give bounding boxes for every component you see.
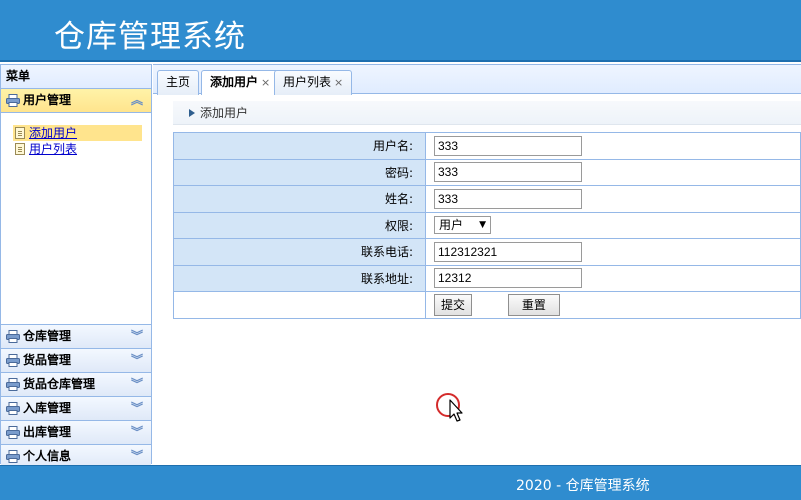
printer-icon	[6, 426, 20, 439]
printer-icon	[6, 402, 20, 415]
address-input[interactable]	[434, 268, 582, 289]
chevron-down-icon[interactable]: ︾	[131, 421, 143, 444]
sidebar-group-goods-warehouse[interactable]: 货品仓库管理 ︾	[1, 373, 151, 397]
sidebar-group-label: 个人信息	[23, 449, 72, 463]
tab-bar: 主页 添加用户 × 用户列表 ×	[153, 64, 801, 96]
printer-icon	[6, 94, 20, 107]
role-select-value: 用户	[439, 218, 464, 233]
sidebar-group-label: 入库管理	[23, 401, 72, 415]
printer-icon	[6, 450, 20, 463]
sidebar-group-user-management[interactable]: 用户管理 ︽	[1, 89, 151, 113]
close-icon[interactable]: ×	[261, 76, 270, 89]
username-label: 用户名:	[173, 132, 426, 160]
tab-add-user[interactable]: 添加用户 ×	[201, 70, 280, 96]
footer-copyright: 2020 - 仓库管理系统	[516, 478, 650, 494]
form-row-name: 姓名:	[173, 185, 801, 213]
form-row-phone: 联系电话:	[173, 238, 801, 266]
mouse-cursor-icon	[436, 393, 463, 422]
role-select[interactable]: 用户 ▼	[434, 216, 491, 235]
sidebar-group-label: 用户管理	[23, 93, 72, 107]
sidebar-group-warehouse[interactable]: 仓库管理 ︾	[1, 325, 151, 349]
reset-button[interactable]: 重置	[507, 293, 560, 316]
app-title: 仓库管理系统	[54, 19, 246, 55]
menu-title: 菜单	[1, 65, 151, 89]
form-row-actions: 提交 重置	[173, 291, 801, 319]
chevron-down-icon[interactable]: ︾	[131, 325, 143, 348]
sidebar-group-inbound[interactable]: 入库管理 ︾	[1, 397, 151, 421]
sidebar-group-goods[interactable]: 货品管理 ︾	[1, 349, 151, 373]
chevron-up-icon[interactable]: ︽	[131, 89, 143, 112]
app-footer: 2020 - 仓库管理系统	[0, 465, 801, 500]
address-label: 联系地址:	[173, 264, 426, 292]
sidebar-item-user-list[interactable]: 用户列表	[13, 141, 142, 157]
printer-icon	[6, 378, 20, 391]
chevron-down-icon[interactable]: ︾	[131, 373, 143, 396]
name-label: 姓名:	[173, 185, 426, 213]
form-row-address: 联系地址:	[173, 264, 801, 292]
chevron-down-icon[interactable]: ︾	[131, 397, 143, 420]
sidebar-group-label: 出库管理	[23, 425, 72, 439]
panel-title: 添加用户	[200, 106, 249, 120]
tab-user-list[interactable]: 用户列表 ×	[274, 70, 353, 95]
sidebar-item-label: 添加用户	[29, 126, 78, 140]
chevron-down-icon[interactable]: ︾	[131, 349, 143, 372]
sidebar-item-label: 用户列表	[29, 142, 78, 156]
triangle-right-icon	[189, 109, 195, 117]
sidebar-group-body: 添加用户 用户列表	[1, 113, 151, 325]
sidebar-group-outbound[interactable]: 出库管理 ︾	[1, 421, 151, 445]
close-icon[interactable]: ×	[334, 76, 343, 89]
add-user-form: 用户名: 密码: 姓名: 权限: 用户 ▼ 联系电话: 联系地址:	[173, 132, 801, 319]
form-row-username: 用户名:	[173, 132, 801, 160]
document-icon	[15, 127, 25, 139]
password-input[interactable]	[434, 162, 582, 183]
form-row-password: 密码:	[173, 158, 801, 186]
name-input[interactable]	[434, 188, 582, 209]
phone-input[interactable]	[434, 241, 582, 262]
form-row-role: 权限: 用户 ▼	[173, 211, 801, 239]
tab-label: 主页	[166, 75, 191, 89]
document-icon	[15, 143, 25, 155]
sidebar-menu: 菜单 用户管理 ︽ 添加用户 用户列表 仓库管理 ︾ 货品管理 ︾ 货品仓库管理…	[0, 64, 152, 469]
username-input[interactable]	[434, 135, 582, 156]
password-label: 密码:	[173, 158, 426, 186]
sidebar-item-add-user[interactable]: 添加用户	[13, 125, 142, 141]
role-label: 权限:	[173, 211, 426, 239]
panel-header: 添加用户	[173, 101, 801, 125]
sidebar-group-label: 货品仓库管理	[23, 377, 96, 391]
sidebar-group-label: 货品管理	[23, 353, 72, 367]
sidebar-group-label: 仓库管理	[23, 329, 72, 343]
printer-icon	[6, 330, 20, 343]
tab-label: 用户列表	[283, 75, 332, 89]
phone-label: 联系电话:	[173, 238, 426, 266]
submit-button[interactable]: 提交	[434, 293, 472, 316]
printer-icon	[6, 354, 20, 367]
main-content: 添加用户 用户名: 密码: 姓名: 权限: 用户 ▼ 联系电话:	[153, 95, 801, 464]
tab-home[interactable]: 主页	[157, 70, 200, 95]
tab-label: 添加用户	[210, 75, 259, 89]
app-header: 仓库管理系统	[0, 0, 801, 62]
dropdown-arrow-icon: ▼	[479, 220, 486, 231]
